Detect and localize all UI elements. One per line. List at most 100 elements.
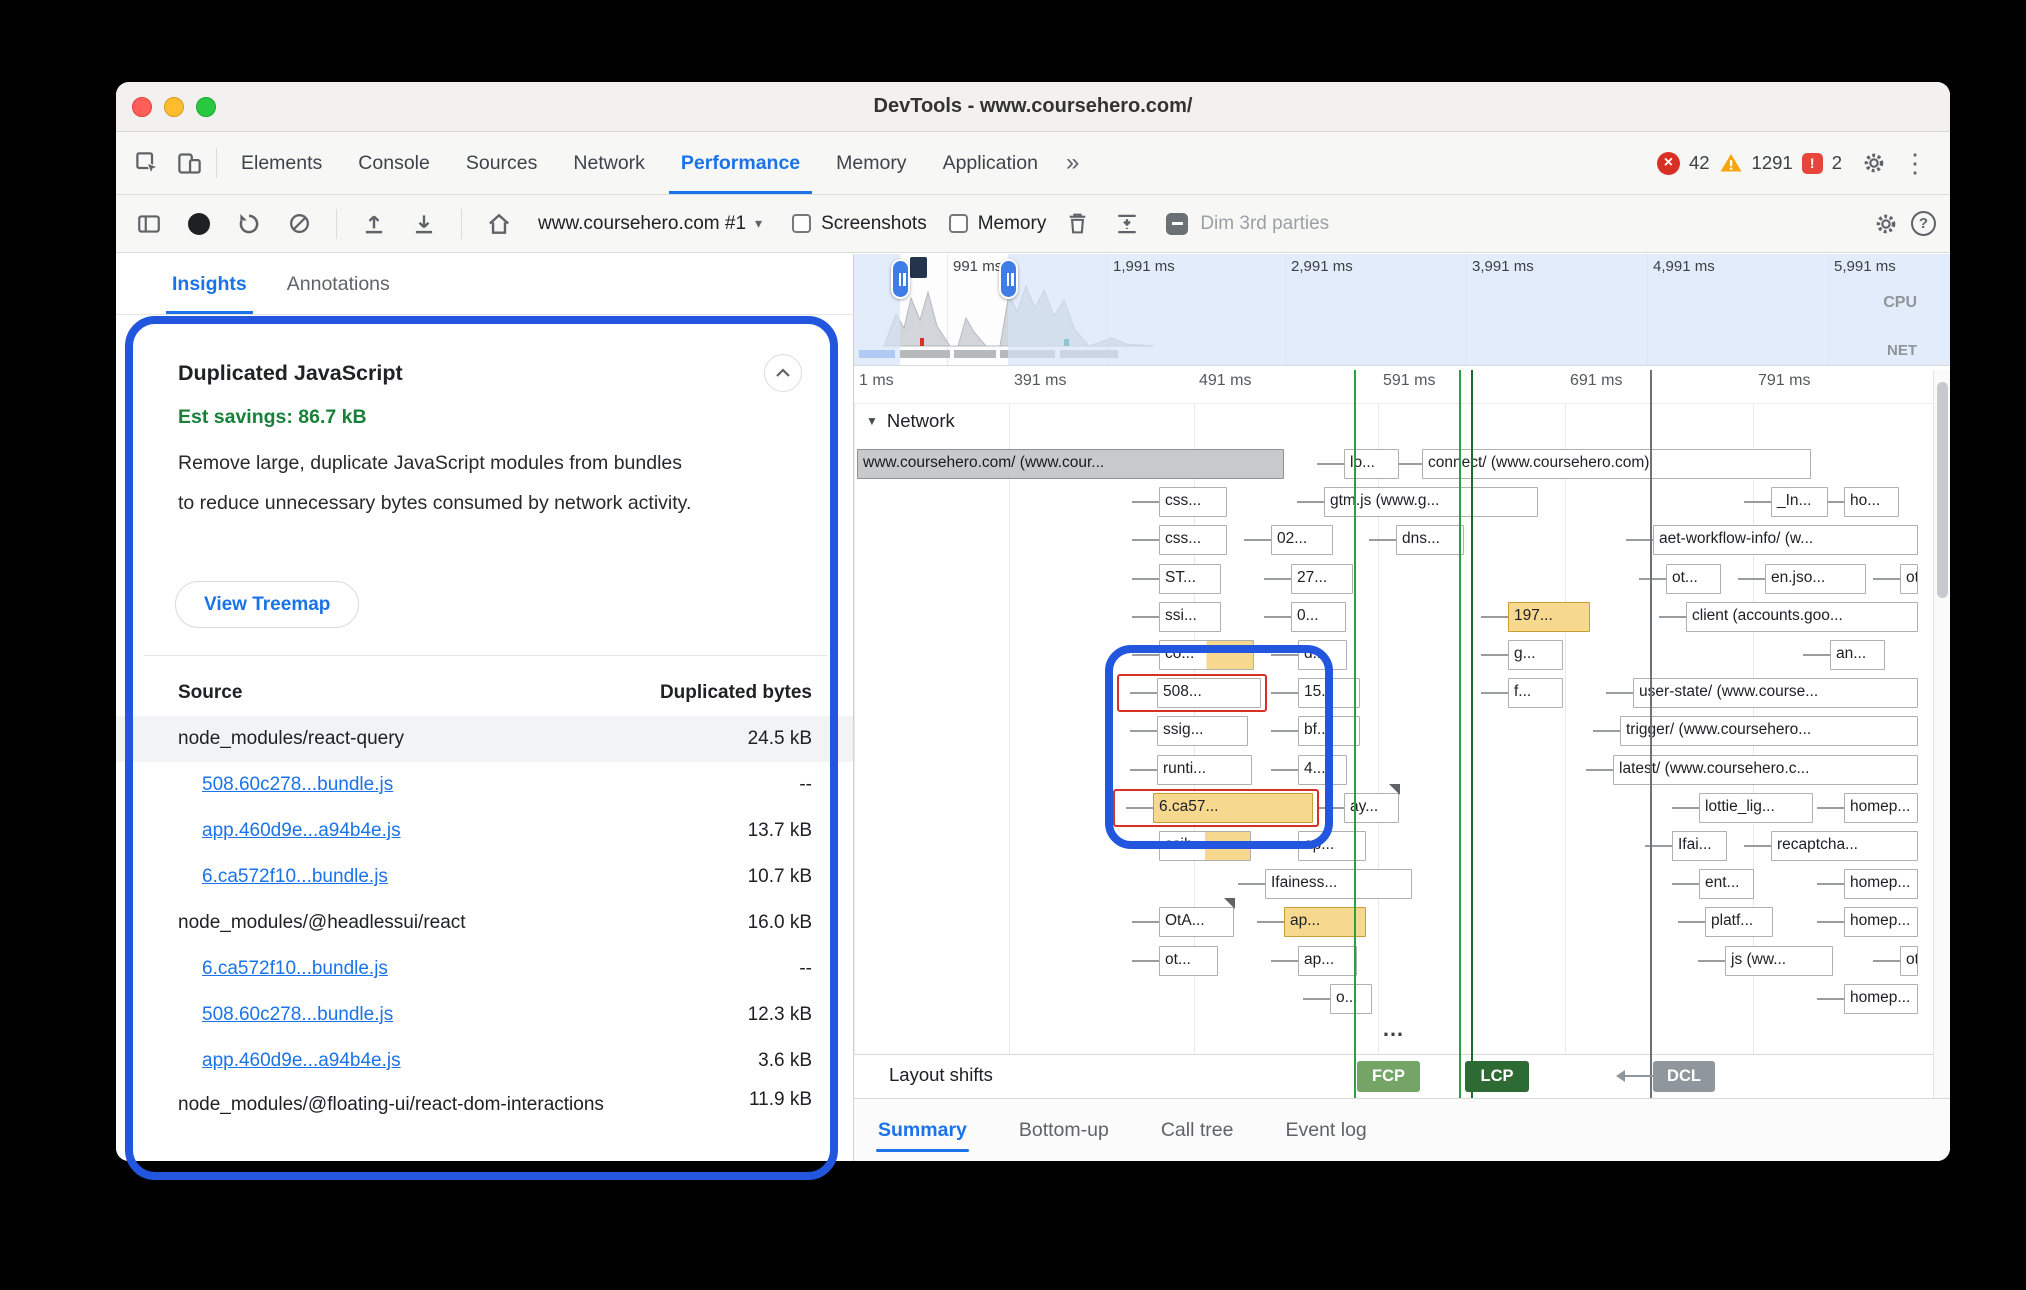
tab-performance[interactable]: Performance [663, 132, 818, 194]
scrollbar-thumb[interactable] [1937, 382, 1948, 598]
tab-network[interactable]: Network [555, 132, 663, 194]
network-request-bar[interactable]: recaptcha... [1771, 831, 1918, 861]
capture-settings-gear-icon[interactable] [1873, 211, 1899, 237]
network-request-bar[interactable]: lottie_lig... [1699, 793, 1813, 823]
network-request-bar[interactable]: ent... [1699, 869, 1754, 899]
network-request-bar[interactable]: js (ww... [1725, 946, 1833, 976]
issue-count[interactable]: 2 [1832, 152, 1842, 174]
kebab-menu-icon[interactable]: ⋮ [1896, 148, 1934, 179]
source-file-link[interactable]: 508.60c278...bundle.js [202, 774, 393, 796]
network-request-bar[interactable]: ap... [1298, 946, 1357, 976]
network-request-bar[interactable]: 4... [1298, 755, 1347, 785]
network-request-bar[interactable]: _In... [1771, 487, 1828, 517]
network-request-bar[interactable]: bf... [1298, 716, 1360, 746]
network-request-bar[interactable]: lo... [1344, 449, 1399, 479]
network-request-bar[interactable]: homep... [1844, 869, 1918, 899]
issues-icon[interactable]: ! [1802, 153, 1823, 174]
network-request-bar[interactable]: en.jso... [1765, 564, 1866, 594]
network-request-bar[interactable]: gtm.js (www.g... [1324, 487, 1538, 517]
panel-tab-insights[interactable]: Insights [172, 254, 247, 314]
network-request-bar[interactable]: Ifai... [1672, 831, 1727, 861]
timeline-minimap[interactable]: CPU NET 991 ms1,991 ms2,991 ms3,991 ms4,… [854, 254, 1950, 366]
source-file-link[interactable]: 6.ca572f10...bundle.js [202, 958, 388, 980]
network-request-bar[interactable]: www.coursehero.com/ (www.cour... [857, 449, 1284, 479]
help-icon[interactable]: ? [1911, 211, 1936, 236]
network-request-bar[interactable]: dns... [1396, 525, 1464, 555]
more-rows-ellipsis[interactable]: … [1382, 1016, 1406, 1042]
network-request-bar[interactable]: latest/ (www.coursehero.c... [1613, 755, 1918, 785]
inspect-element-icon[interactable] [126, 139, 168, 187]
collapse-insight-button[interactable] [764, 354, 802, 392]
dim-3rd-parties-toggle[interactable] [1166, 213, 1188, 235]
network-request-bar[interactable]: css... [1159, 525, 1227, 555]
minimize-window-button[interactable] [164, 97, 184, 117]
close-window-button[interactable] [132, 97, 152, 117]
network-request-bar[interactable]: co... [1159, 640, 1254, 670]
network-request-bar[interactable]: 02... [1271, 525, 1333, 555]
network-request-bar[interactable]: ssib... [1159, 831, 1251, 861]
network-request-bar[interactable]: 27... [1291, 564, 1353, 594]
toggle-sidebar-icon[interactable] [130, 202, 168, 246]
network-request-bar[interactable]: 197... [1508, 602, 1590, 632]
screenshots-checkbox[interactable] [792, 214, 811, 233]
tab-sources[interactable]: Sources [448, 132, 556, 194]
tab-elements[interactable]: Elements [223, 132, 340, 194]
bottom-tab-event-log[interactable]: Event log [1283, 1103, 1368, 1158]
collect-garbage-icon[interactable] [1058, 202, 1096, 246]
minimap-handle-right[interactable] [999, 259, 1018, 299]
network-request-bar[interactable]: Ifainess... [1265, 869, 1412, 899]
minimap-handle-left[interactable] [891, 259, 910, 299]
network-request-bar[interactable]: homep... [1844, 793, 1918, 823]
network-request-bar[interactable]: g... [1508, 640, 1563, 670]
network-request-bar[interactable]: css... [1159, 487, 1227, 517]
network-request-bar[interactable]: ot... [1900, 564, 1918, 594]
error-count[interactable]: 42 [1689, 152, 1710, 174]
memory-checkbox[interactable] [949, 214, 968, 233]
upload-profile-icon[interactable] [355, 202, 393, 246]
network-request-bar[interactable]: 15... [1298, 678, 1360, 708]
source-file-link[interactable]: 6.ca572f10...bundle.js [202, 866, 388, 888]
network-request-bar[interactable]: o... [1330, 984, 1372, 1014]
network-request-bar[interactable]: an... [1830, 640, 1885, 670]
network-request-bar[interactable]: ay... [1344, 793, 1399, 823]
network-request-bar[interactable]: ot... [1159, 946, 1218, 976]
network-request-bar[interactable]: 0... [1291, 602, 1346, 632]
network-track-header[interactable]: ▼ Network [866, 410, 955, 432]
clear-recording-icon[interactable] [280, 202, 318, 246]
error-icon[interactable]: × [1657, 152, 1680, 175]
bottom-tab-summary[interactable]: Summary [876, 1103, 969, 1158]
warning-icon[interactable] [1719, 151, 1743, 175]
network-request-bar[interactable]: homep... [1844, 907, 1918, 937]
network-request-bar[interactable]: user-state/ (www.course... [1633, 678, 1918, 708]
more-tabs-icon[interactable]: » [1056, 149, 1089, 177]
network-request-bar[interactable]: ho... [1844, 487, 1899, 517]
reload-and-record-icon[interactable] [230, 202, 268, 246]
network-request-bar[interactable]: platf... [1705, 907, 1773, 937]
bottom-tab-call-tree[interactable]: Call tree [1159, 1103, 1236, 1158]
download-profile-icon[interactable] [405, 202, 443, 246]
network-request-bar[interactable]: ST... [1159, 564, 1221, 594]
network-request-bar[interactable]: aet-workflow-info/ (w... [1653, 525, 1918, 555]
toggle-tracks-icon[interactable] [1108, 202, 1146, 246]
tab-console[interactable]: Console [340, 132, 448, 194]
network-request-bar[interactable]: d... [1298, 640, 1347, 670]
network-request-bar[interactable]: runti... [1157, 755, 1252, 785]
network-request-bar[interactable]: f... [1508, 678, 1563, 708]
tab-application[interactable]: Application [925, 132, 1056, 194]
view-treemap-button[interactable]: View Treemap [175, 581, 359, 628]
network-request-bar[interactable]: OtA... [1159, 907, 1234, 937]
settings-gear-icon[interactable] [1861, 150, 1887, 176]
source-file-link[interactable]: app.460d9e...a94b4e.js [202, 1050, 401, 1072]
network-request-bar[interactable]: ssi... [1159, 602, 1221, 632]
network-request-bar[interactable]: ot... [1666, 564, 1721, 594]
source-file-link[interactable]: app.460d9e...a94b4e.js [202, 820, 401, 842]
network-request-bar[interactable]: homep... [1844, 984, 1918, 1014]
profile-select[interactable]: www.coursehero.com #1 ▾ [530, 209, 770, 239]
tab-memory[interactable]: Memory [818, 132, 924, 194]
device-toolbar-icon[interactable] [168, 139, 210, 187]
bottom-tab-bottom-up[interactable]: Bottom-up [1017, 1103, 1111, 1158]
vertical-scrollbar[interactable] [1933, 370, 1950, 1098]
panel-tab-annotations[interactable]: Annotations [287, 254, 390, 314]
network-request-bar[interactable]: client (accounts.goo... [1686, 602, 1918, 632]
network-request-bar[interactable]: ssig... [1157, 716, 1248, 746]
